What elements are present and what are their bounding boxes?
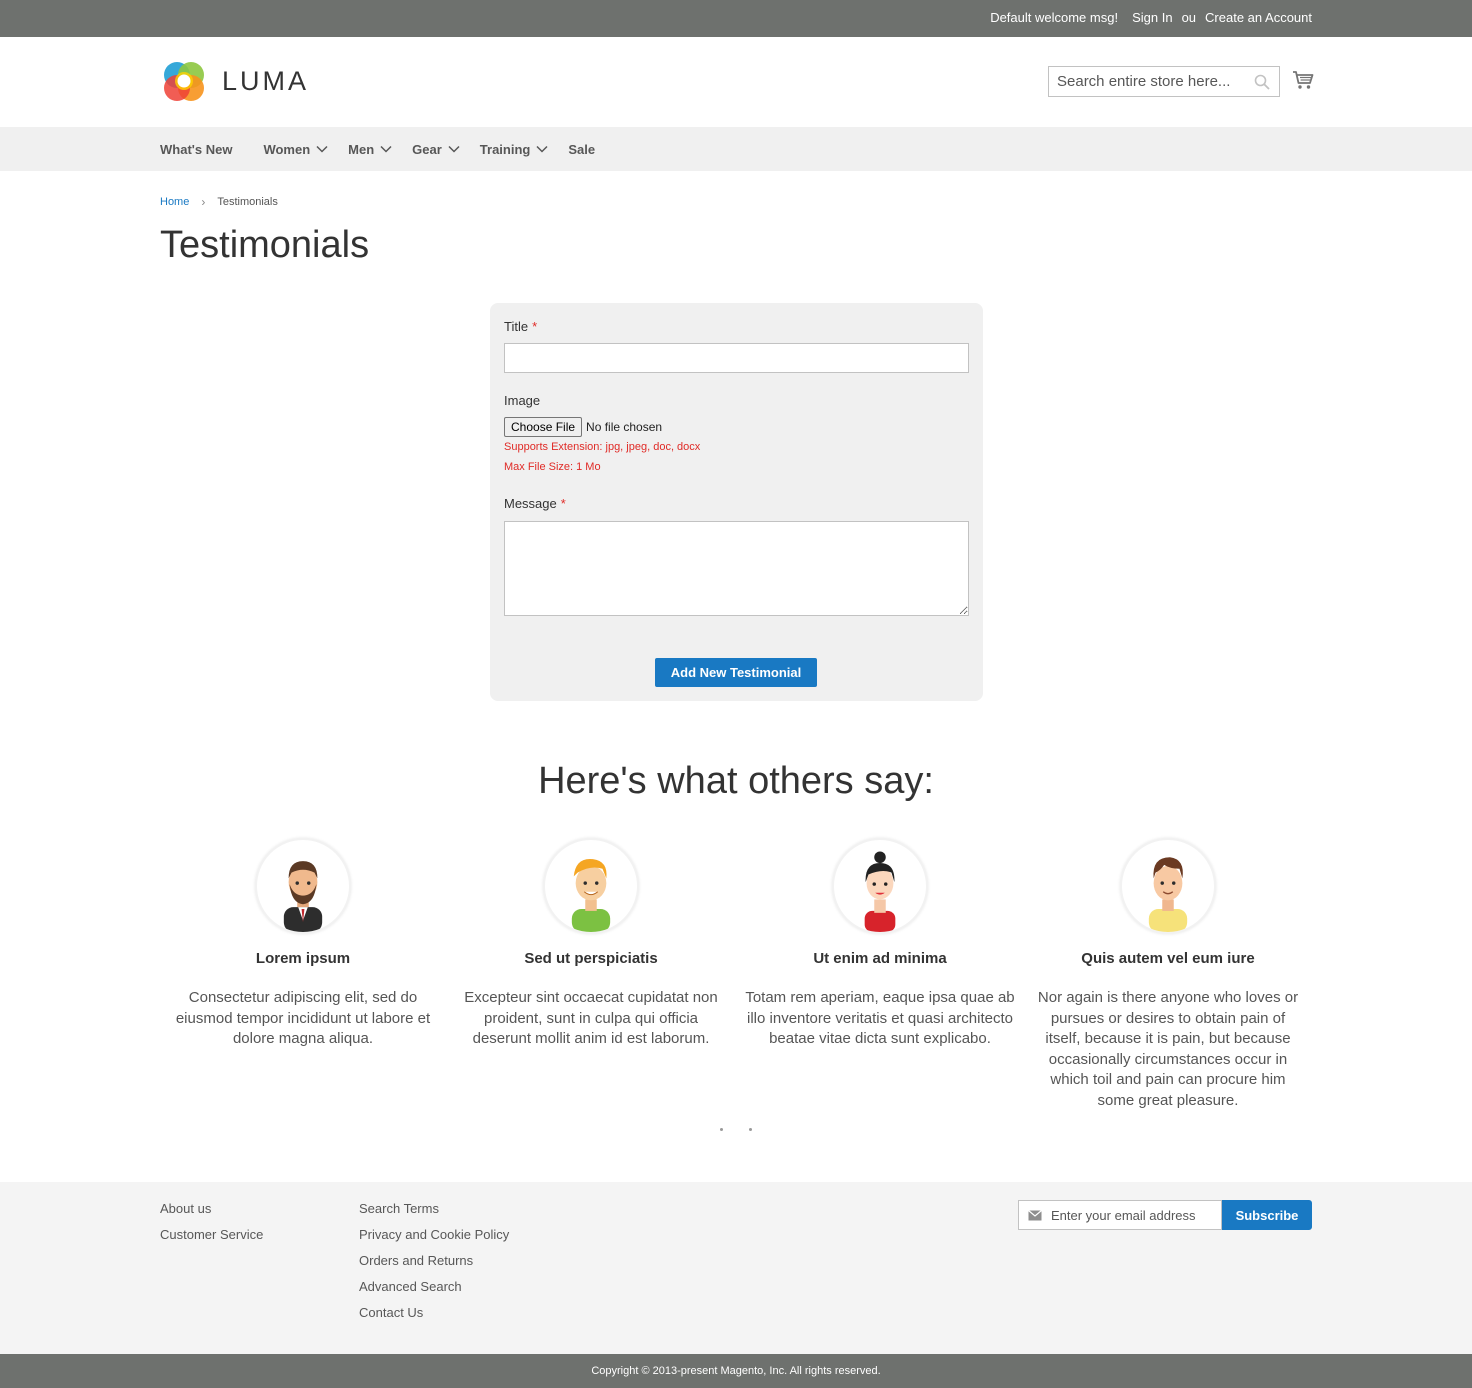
footer-link-advanced-search[interactable]: Advanced Search [359, 1279, 509, 1295]
carousel-dot[interactable] [720, 1128, 723, 1131]
testimonial-name: Ut enim ad minima [813, 950, 947, 967]
main-nav: What's New Women Men Gear Training Sale [0, 127, 1472, 171]
search-box [1048, 66, 1280, 97]
file-upload: Choose File No file chosen [504, 417, 662, 437]
young-man-avatar-icon [1120, 838, 1216, 934]
testimonial-name: Sed ut perspiciatis [524, 950, 658, 967]
required-mark: * [532, 319, 538, 334]
message-label: Message * [504, 496, 566, 511]
chevron-down-icon [536, 145, 548, 153]
carousel-dots [720, 1128, 752, 1131]
header: LUMA [0, 37, 1472, 127]
message-textarea[interactable] [504, 521, 969, 616]
footer-link-search-terms[interactable]: Search Terms [359, 1201, 509, 1217]
testimonial-form: Title * Image Choose File No file chosen … [490, 303, 983, 701]
required-mark: * [560, 496, 566, 511]
message-label-text: Message [504, 496, 557, 511]
footer-link-privacy[interactable]: Privacy and Cookie Policy [359, 1227, 509, 1243]
nav-item-gear[interactable]: Gear [412, 142, 460, 157]
file-status: No file chosen [586, 420, 663, 434]
nav-item-label: What's New [160, 141, 233, 157]
nav-items: What's New Women Men Gear Training Sale [160, 127, 595, 171]
choose-file-button[interactable]: Choose File [504, 417, 583, 437]
copyright-bar: Copyright © 2013-present Magento, Inc. A… [0, 1354, 1472, 1388]
mail-icon [1028, 1210, 1042, 1221]
footer-link-orders-returns[interactable]: Orders and Returns [359, 1253, 509, 1269]
newsletter-input-wrap [1018, 1200, 1222, 1230]
testimonial-text: Consectetur adipiscing elit, sed do eius… [175, 989, 431, 1047]
breadcrumb-separator-icon: › [201, 195, 206, 209]
welcome-message: Default welcome msg! [990, 10, 1119, 25]
sign-in-link[interactable]: Sign In [1132, 10, 1172, 25]
chevron-down-icon [380, 145, 392, 153]
max-file-size-note: Max File Size: 1 Mo [504, 461, 601, 473]
top-links: Default welcome msg! Sign In ou Create a… [990, 10, 1312, 25]
blond-man-avatar-icon [543, 838, 639, 934]
nav-item-men[interactable]: Men [348, 142, 392, 157]
woman-avatar-icon [832, 838, 928, 934]
nav-item-sale[interactable]: Sale [568, 142, 595, 157]
title-input[interactable] [504, 343, 969, 373]
add-testimonial-button[interactable]: Add New Testimonial [655, 658, 817, 687]
testimonial-name: Lorem ipsum [255, 950, 351, 967]
breadcrumb-current: Testimonials [217, 196, 278, 208]
search-icon[interactable] [1254, 74, 1270, 90]
carousel-dot[interactable] [749, 1128, 752, 1131]
page-title: Testimonials [160, 224, 370, 266]
copyright-text: Copyright © 2013-present Magento, Inc. A… [591, 1365, 881, 1377]
top-bar: Default welcome msg! Sign In ou Create a… [0, 0, 1472, 37]
testimonial-card: Lorem ipsum Consectetur adipiscing elit,… [168, 838, 438, 1050]
chevron-down-icon [448, 145, 460, 153]
testimonial-text: Excepteur sint occaecat cupidatat non pr… [464, 989, 718, 1047]
luma-logo-icon [164, 62, 204, 101]
footer-link-customer-service[interactable]: Customer Service [160, 1227, 263, 1243]
or-separator: ou [1181, 10, 1197, 25]
testimonial-card: Sed ut perspiciatis Excepteur sint occae… [456, 838, 726, 1050]
breadcrumb-home-link[interactable]: Home [160, 196, 189, 208]
logo[interactable]: LUMA [160, 57, 309, 105]
create-account-link[interactable]: Create an Account [1205, 10, 1312, 25]
logo-text: LUMA [222, 65, 310, 96]
nav-item-women[interactable]: Women [263, 142, 328, 157]
footer: About us Customer Service Search Terms P… [0, 1182, 1472, 1354]
newsletter-email-input[interactable] [1051, 1201, 1219, 1229]
nav-item-label: Men [348, 141, 375, 157]
testimonial-text: Nor again is there anyone who loves or p… [1037, 989, 1299, 1109]
title-label-text: Title [504, 319, 529, 334]
footer-links-col1: About us Customer Service [160, 1201, 263, 1243]
bearded-man-avatar-icon [255, 838, 351, 934]
cart-icon[interactable] [1292, 69, 1314, 91]
nav-item-label: Training [479, 141, 531, 157]
testimonial-name: Quis autem vel eum iure [1081, 950, 1255, 967]
image-label: Image [504, 393, 541, 408]
testimonials-heading: Here's what others say: [538, 760, 934, 802]
search-input[interactable] [1049, 67, 1249, 96]
newsletter-form: Subscribe [1018, 1200, 1312, 1230]
supported-extensions-note: Supports Extension: jpg, jpeg, doc, docx [504, 441, 701, 453]
nav-item-label: Gear [412, 141, 442, 157]
nav-item-whats-new[interactable]: What's New [160, 142, 232, 157]
chevron-down-icon [316, 145, 328, 153]
testimonial-card: Ut enim ad minima Totam rem aperiam, eaq… [745, 838, 1015, 1050]
testimonial-text: Totam rem aperiam, eaque ipsa quae ab il… [745, 989, 1015, 1047]
title-label: Title * [504, 319, 537, 334]
footer-link-contact-us[interactable]: Contact Us [359, 1305, 509, 1321]
nav-item-training[interactable]: Training [480, 142, 549, 157]
breadcrumb: Home › Testimonials [160, 195, 278, 209]
footer-link-about-us[interactable]: About us [160, 1201, 263, 1217]
nav-item-label: Sale [568, 141, 596, 157]
footer-links-col2: Search Terms Privacy and Cookie Policy O… [359, 1201, 509, 1321]
nav-item-label: Women [263, 141, 311, 157]
subscribe-button[interactable]: Subscribe [1222, 1200, 1312, 1230]
testimonial-card: Quis autem vel eum iure Nor again is the… [1033, 838, 1303, 1111]
